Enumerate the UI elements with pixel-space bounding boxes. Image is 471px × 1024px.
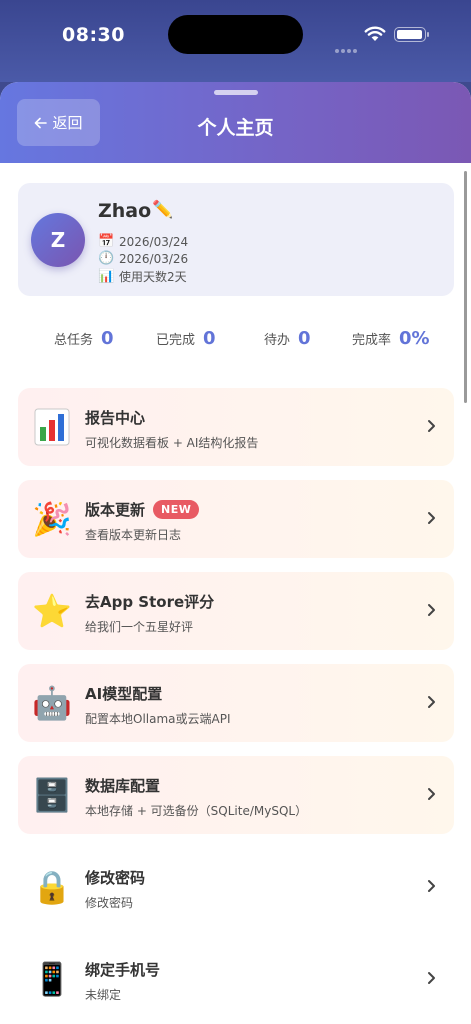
last-login-row: 🕛 2026/03/26 [98,251,188,266]
chevron-right-icon [428,512,435,524]
menu-subtitle: 修改密码 [85,896,134,910]
menu-item-database-config[interactable]: 🗄️ 数据库配置 本地存储 + 可选备份（SQLite/MySQL） [18,756,454,834]
menu-subtitle: 可视化数据看板 + AI结构化报告 [85,436,259,450]
robot-icon: 🤖 [32,684,72,722]
sheet-grabber[interactable] [214,90,258,95]
file-cabinet-icon: 🗄️ [32,776,72,814]
menu-subtitle: 配置本地Ollama或云端API [85,712,231,726]
pencil-icon[interactable]: ✏️ [152,200,173,220]
chevron-right-icon [428,696,435,708]
menu-subtitle: 给我们一个五星好评 [85,620,194,634]
new-badge: NEW [153,500,200,519]
menu-title: 报告中心 [85,409,146,427]
chevron-right-icon [428,788,435,800]
menu-item-rate-app[interactable]: ⭐ 去App Store评分 给我们一个五星好评 [18,572,454,650]
star-icon: ⭐ [32,592,72,630]
menu-title: 绑定手机号 [85,961,161,979]
stat-completion-rate: 完成率 0% [352,328,430,349]
register-date: 2026/03/24 [119,234,189,249]
page-title: 个人主页 [197,117,274,139]
cellular-signal-icon [335,38,359,57]
bar-chart-icon [34,408,70,446]
party-popper-icon: 🎉 [32,500,72,538]
menu-title: 版本更新 NEW [85,499,200,520]
menu-item-bind-phone[interactable]: 📱 绑定手机号 未绑定 [18,940,454,1018]
menu-item-report-center[interactable]: 报告中心 可视化数据看板 + AI结构化报告 [18,388,454,466]
menu-item-ai-model-config[interactable]: 🤖 AI模型配置 配置本地Ollama或云端API [18,664,454,742]
avatar[interactable]: Z [31,213,85,267]
calendar-icon: 📅 [98,234,115,249]
chevron-right-icon [428,972,435,984]
stat-total-tasks: 总任务 0 [54,328,114,349]
status-time: 08:30 [62,24,125,46]
last-login-date: 2026/03/26 [119,251,189,266]
stat-todo: 待办 0 [264,328,311,349]
bar-chart-small-icon: 📊 [98,269,115,284]
status-bar: 08:30 [0,0,471,82]
user-name: Zhao [98,200,152,222]
wifi-icon [364,26,386,41]
sheet-header: 返回 个人主页 [0,82,471,163]
menu-subtitle: 本地存储 + 可选备份（SQLite/MySQL） [85,804,308,818]
chevron-right-icon [428,880,435,892]
clock-icon: 🕛 [98,251,115,266]
profile-card: Z Zhao ✏️ 📅 2026/03/24 🕛 2026/03/26 📊 使用… [18,183,454,296]
menu-subtitle: 未绑定 [85,988,122,1002]
profile-sheet: 返回 个人主页 Z Zhao ✏️ 📅 2026/03/24 🕛 2026/03… [0,82,471,1024]
usage-days-row: 📊 使用天数2天 [98,268,187,285]
menu-title: 数据库配置 [85,777,161,795]
menu-item-change-password[interactable]: 🔒 修改密码 修改密码 [18,848,454,926]
chevron-right-icon [428,604,435,616]
lock-icon: 🔒 [32,868,72,906]
dynamic-island [168,15,303,54]
stats-row: 总任务 0 已完成 0 待办 0 完成率 0% [0,328,471,358]
stat-completed: 已完成 0 [156,328,216,349]
menu-item-version-update[interactable]: 🎉 版本更新 NEW 查看版本更新日志 [18,480,454,558]
usage-days: 使用天数2天 [119,270,187,284]
battery-icon [394,27,429,42]
menu-subtitle: 查看版本更新日志 [85,528,182,542]
menu-title: 去App Store评分 [85,593,215,611]
menu-title: AI模型配置 [85,685,163,703]
chevron-right-icon [428,420,435,432]
scrollbar[interactable] [464,171,467,403]
register-date-row: 📅 2026/03/24 [98,234,188,249]
menu-title: 修改密码 [85,869,146,887]
mobile-phone-icon: 📱 [32,960,72,998]
